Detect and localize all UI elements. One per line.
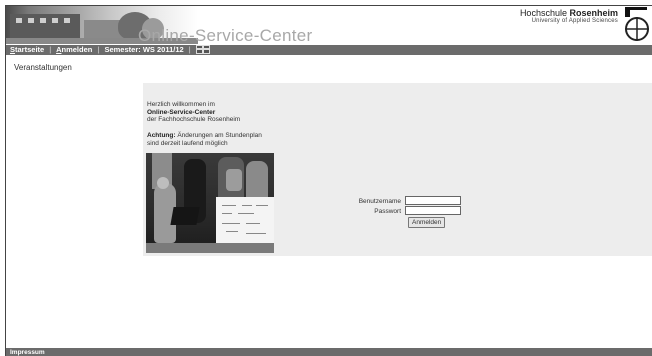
university-name-bold: Rosenheim — [569, 8, 618, 18]
nav-separator: | — [97, 45, 100, 54]
username-label: Benutzername — [358, 198, 401, 205]
students-photo — [146, 153, 274, 253]
section-label: Veranstaltungen — [14, 63, 72, 72]
notice-text: Achtung: Änderungen am Stundenplan sind … — [147, 132, 262, 147]
university-logo-icon — [622, 7, 650, 43]
welcome-line-2: Online-Service-Center — [147, 108, 216, 116]
password-label: Passwort — [374, 208, 401, 215]
main-navigation: Startseite | Anmelden | Semester: WS 201… — [6, 44, 652, 55]
app-title: Online-Service-Center — [138, 26, 313, 45]
welcome-line-3: der Fachhochschule Rosenheim — [147, 116, 241, 123]
password-input[interactable] — [405, 206, 461, 215]
nav-startseite-link[interactable]: Startseite — [10, 45, 44, 54]
welcome-text: Herzlich willkommen im Online-Service-Ce… — [147, 101, 240, 124]
nav-startseite-label: tartseite — [15, 45, 45, 54]
notice-line-2: sind derzeit laufend möglich — [147, 139, 228, 147]
impressum-link[interactable]: Impressum — [10, 349, 45, 356]
notice-line-1: Änderungen am Stundenplan — [177, 132, 262, 139]
nav-separator: | — [49, 45, 52, 54]
nav-anmelden-link[interactable]: Anmelden — [56, 45, 92, 54]
nav-anmelden-label: nmelden — [61, 45, 93, 54]
uk-flag-icon[interactable] — [195, 44, 210, 54]
page-footer: Impressum — [6, 348, 652, 356]
browser-page: Online-Service-Center Hochschule Rosenhe… — [5, 5, 652, 356]
semester-label: Semester: WS 2011/12 — [104, 45, 184, 54]
username-input[interactable] — [405, 196, 461, 205]
welcome-line-1: Herzlich willkommen im — [147, 101, 215, 108]
university-name: Hochschule Rosenheim University of Appli… — [520, 8, 618, 25]
login-button[interactable]: Anmelden — [408, 217, 446, 228]
page-header: Online-Service-Center Hochschule Rosenhe… — [6, 6, 652, 45]
nav-separator: | — [188, 45, 191, 54]
university-name-regular: Hochschule — [519, 8, 567, 18]
welcome-panel: Herzlich willkommen im Online-Service-Ce… — [143, 83, 652, 256]
notice-label: Achtung: — [147, 132, 176, 139]
university-subtitle: University of Applied Sciences — [531, 18, 618, 24]
